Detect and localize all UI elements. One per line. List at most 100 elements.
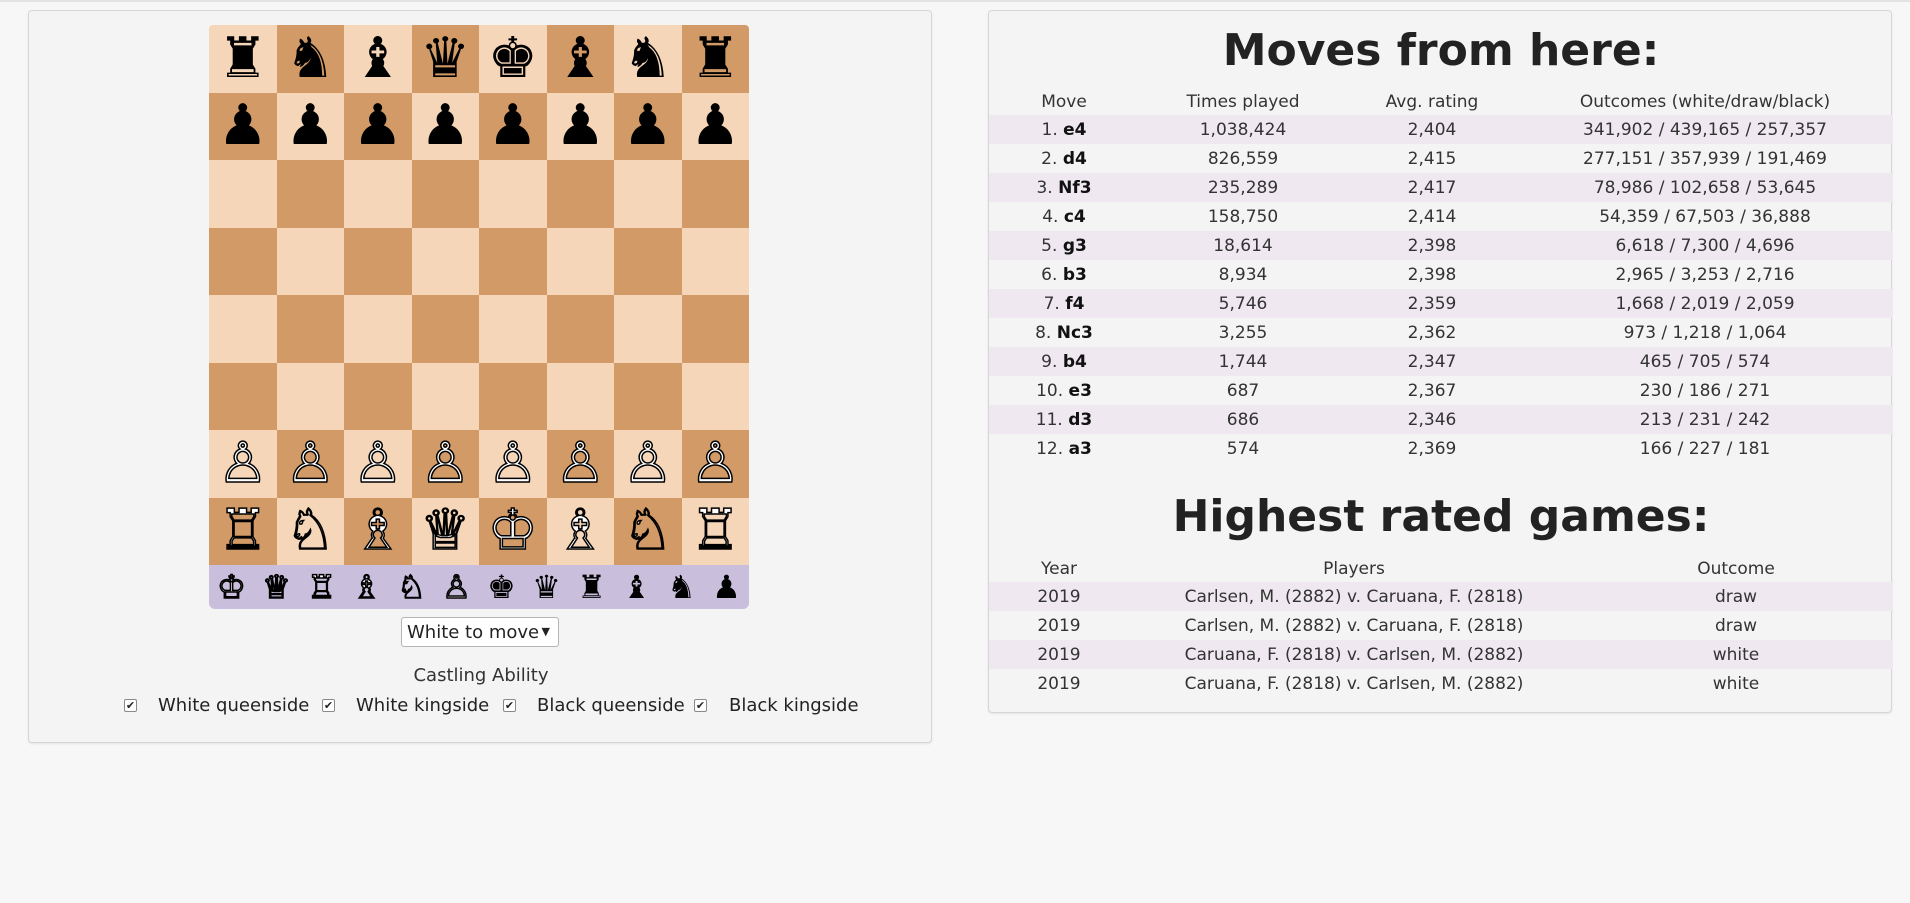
move-cell[interactable]: 8. Nc3	[989, 318, 1139, 347]
chess-piece-icon[interactable]: ♙	[419, 435, 471, 493]
square-e4[interactable]	[479, 295, 547, 363]
palette-piece-icon[interactable]: ♞	[659, 565, 704, 609]
game-row[interactable]: 2019 Carlsen, M. (2882) v. Caruana, F. (2…	[989, 582, 1893, 611]
chess-piece-icon[interactable]: ♟	[555, 98, 605, 154]
square-g1[interactable]: ♘	[614, 497, 682, 565]
square-b1[interactable]: ♘	[276, 497, 344, 565]
square-g7[interactable]: ♟	[614, 92, 682, 160]
move-cell[interactable]: 5. g3	[989, 231, 1139, 260]
move-san[interactable]: d4	[1063, 149, 1087, 169]
square-g5[interactable]	[614, 227, 682, 295]
square-c8[interactable]: ♝	[344, 25, 412, 93]
square-c7[interactable]: ♟	[344, 92, 412, 160]
square-g2[interactable]: ♙	[614, 430, 682, 498]
square-d8[interactable]: ♛	[411, 25, 479, 93]
chess-piece-icon[interactable]: ♟	[623, 98, 673, 154]
square-c4[interactable]	[344, 295, 412, 363]
square-e6[interactable]	[479, 160, 547, 228]
chess-piece-icon[interactable]: ♜	[690, 30, 740, 87]
square-h1[interactable]: ♖	[681, 497, 749, 565]
chess-piece-icon[interactable]: ♙	[487, 435, 539, 493]
move-cell[interactable]: 1. e4	[989, 115, 1139, 144]
chess-piece-icon[interactable]: ♙	[217, 435, 269, 493]
square-h3[interactable]	[681, 362, 749, 430]
palette-piece-icon[interactable]: ♚	[479, 565, 524, 609]
move-row[interactable]: 3. Nf3 235,289 2,417 78,986 / 102,658 / 53,…	[989, 173, 1893, 202]
move-cell[interactable]: 12. a3	[989, 434, 1139, 463]
move-san[interactable]: e3	[1069, 381, 1092, 401]
move-san[interactable]: d3	[1068, 410, 1092, 430]
chess-piece-icon[interactable]: ♘	[622, 502, 674, 560]
chess-piece-icon[interactable]: ♙	[689, 435, 741, 493]
square-h4[interactable]	[681, 295, 749, 363]
move-cell[interactable]: 11. d3	[989, 405, 1139, 434]
move-san[interactable]: b4	[1063, 352, 1087, 372]
square-d3[interactable]	[411, 362, 479, 430]
square-f8[interactable]: ♝	[546, 25, 614, 93]
square-f1[interactable]: ♗	[546, 497, 614, 565]
black-queenside-checkbox[interactable]: ✔	[503, 699, 516, 712]
chess-piece-icon[interactable]: ♙	[284, 435, 336, 493]
square-a8[interactable]: ♜	[209, 25, 277, 93]
square-e5[interactable]	[479, 227, 547, 295]
square-h8[interactable]: ♜	[681, 25, 749, 93]
square-h2[interactable]: ♙	[681, 430, 749, 498]
chess-piece-icon[interactable]: ♞	[285, 30, 335, 87]
square-a5[interactable]	[209, 227, 277, 295]
square-d2[interactable]: ♙	[411, 430, 479, 498]
move-row[interactable]: 9. b4 1,744 2,347 465 / 705 / 574	[989, 347, 1893, 376]
move-row[interactable]: 4. c4 158,750 2,414 54,359 / 67,503 / 36,88…	[989, 202, 1893, 231]
chess-piece-icon[interactable]: ♚	[488, 30, 538, 87]
move-san[interactable]: a3	[1069, 439, 1092, 459]
game-row[interactable]: 2019 Carlsen, M. (2882) v. Caruana, F. (2…	[989, 611, 1893, 640]
move-cell[interactable]: 9. b4	[989, 347, 1139, 376]
square-a6[interactable]	[209, 160, 277, 228]
square-d4[interactable]	[411, 295, 479, 363]
chess-piece-icon[interactable]: ♙	[554, 435, 606, 493]
chess-piece-icon[interactable]: ♟	[488, 98, 538, 154]
square-b3[interactable]	[276, 362, 344, 430]
piece-palette[interactable]: ♔ ♕ ♖ ♗ ♘ ♙ ♚ ♛ ♜ ♝ ♞ ♟	[209, 565, 749, 609]
move-san[interactable]: f4	[1065, 294, 1084, 314]
chess-piece-icon[interactable]: ♔	[487, 502, 539, 560]
square-f3[interactable]	[546, 362, 614, 430]
square-f2[interactable]: ♙	[546, 430, 614, 498]
move-row[interactable]: 1. e4 1,038,424 2,404 341,902 / 439,165 / 2…	[989, 115, 1893, 144]
square-c5[interactable]	[344, 227, 412, 295]
move-row[interactable]: 5. g3 18,614 2,398 6,618 / 7,300 / 4,696	[989, 231, 1893, 260]
square-c6[interactable]	[344, 160, 412, 228]
side-to-move-select[interactable]: White to move ▼	[401, 617, 559, 647]
square-f5[interactable]	[546, 227, 614, 295]
square-b5[interactable]	[276, 227, 344, 295]
move-row[interactable]: 2. d4 826,559 2,415 277,151 / 357,939 / 191…	[989, 144, 1893, 173]
chess-piece-icon[interactable]: ♟	[690, 98, 740, 154]
square-f6[interactable]	[546, 160, 614, 228]
move-san[interactable]: c4	[1064, 207, 1086, 227]
chess-piece-icon[interactable]: ♗	[554, 502, 606, 560]
square-a2[interactable]: ♙	[209, 430, 277, 498]
square-d7[interactable]: ♟	[411, 92, 479, 160]
move-cell[interactable]: 6. b3	[989, 260, 1139, 289]
square-b4[interactable]	[276, 295, 344, 363]
square-e7[interactable]: ♟	[479, 92, 547, 160]
white-queenside-checkbox[interactable]: ✔	[124, 699, 137, 712]
square-d1[interactable]: ♕	[411, 497, 479, 565]
palette-piece-icon[interactable]: ♝	[614, 565, 659, 609]
palette-piece-icon[interactable]: ♗	[344, 565, 389, 609]
palette-piece-icon[interactable]: ♛	[524, 565, 569, 609]
square-h6[interactable]	[681, 160, 749, 228]
chess-piece-icon[interactable]: ♝	[353, 30, 403, 87]
square-h5[interactable]	[681, 227, 749, 295]
palette-piece-icon[interactable]: ♕	[254, 565, 299, 609]
chess-piece-icon[interactable]: ♟	[285, 98, 335, 154]
move-row[interactable]: 8. Nc3 3,255 2,362 973 / 1,218 / 1,064	[989, 318, 1893, 347]
palette-piece-icon[interactable]: ♔	[209, 565, 254, 609]
chess-piece-icon[interactable]: ♙	[352, 435, 404, 493]
move-san[interactable]: g3	[1063, 236, 1087, 256]
chess-piece-icon[interactable]: ♟	[420, 98, 470, 154]
white-kingside-checkbox[interactable]: ✔	[322, 699, 335, 712]
black-kingside-checkbox[interactable]: ✔	[694, 699, 707, 712]
move-cell[interactable]: 2. d4	[989, 144, 1139, 173]
move-san[interactable]: Nc3	[1057, 323, 1093, 343]
square-e1[interactable]: ♔	[479, 497, 547, 565]
